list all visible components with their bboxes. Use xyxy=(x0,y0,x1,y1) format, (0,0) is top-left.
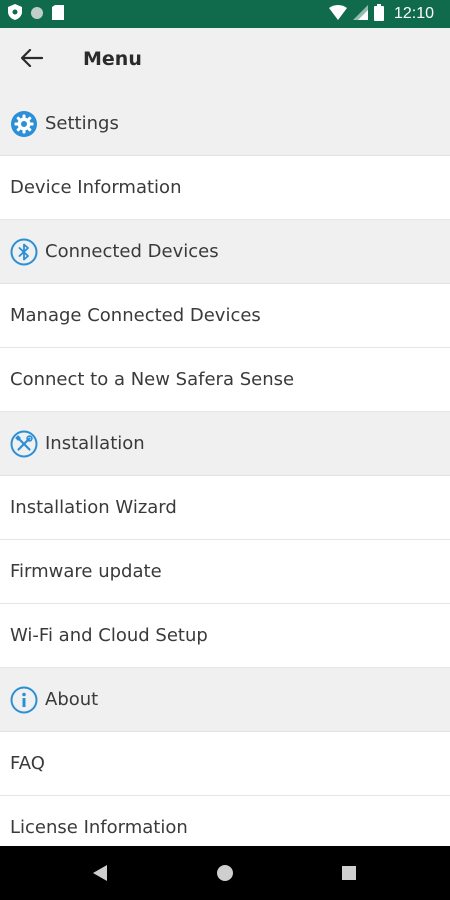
shield-icon xyxy=(8,4,22,24)
menu-item-manage-connected-devices[interactable]: Manage Connected Devices xyxy=(0,284,450,348)
app-header: Menu xyxy=(0,28,450,92)
menu-item-faq[interactable]: FAQ xyxy=(0,732,450,796)
section-label: About xyxy=(45,689,99,710)
section-header-settings: Settings xyxy=(0,92,450,156)
back-button[interactable] xyxy=(12,40,52,80)
bluetooth-icon xyxy=(10,238,38,266)
page-title: Menu xyxy=(83,48,142,70)
tools-icon xyxy=(10,430,38,458)
status-bar: 12:10 xyxy=(0,0,450,28)
sim-card-icon xyxy=(52,4,64,24)
menu-item-license-information[interactable]: License Information xyxy=(0,796,450,846)
section-label: Installation xyxy=(45,433,145,454)
section-label: Connected Devices xyxy=(45,241,219,262)
battery-icon xyxy=(373,3,384,25)
menu-item-device-information[interactable]: Device Information xyxy=(0,156,450,220)
arrow-left-icon xyxy=(20,48,44,71)
info-icon xyxy=(10,686,38,714)
back-triangle-icon[interactable] xyxy=(88,861,112,885)
home-circle-icon[interactable] xyxy=(213,861,237,885)
menu-item-connect-new-safera-sense[interactable]: Connect to a New Safera Sense xyxy=(0,348,450,412)
signal-icon xyxy=(352,4,368,24)
menu-item-installation-wizard[interactable]: Installation Wizard xyxy=(0,476,450,540)
status-time: 12:10 xyxy=(393,5,434,22)
section-header-installation: Installation xyxy=(0,412,450,476)
system-nav-bar xyxy=(0,846,450,900)
menu-list: Settings Device Information Connected De… xyxy=(0,92,450,846)
circle-icon xyxy=(30,5,44,24)
menu-item-wifi-cloud-setup[interactable]: Wi-Fi and Cloud Setup xyxy=(0,604,450,668)
wifi-icon xyxy=(328,4,347,24)
menu-item-firmware-update[interactable]: Firmware update xyxy=(0,540,450,604)
recents-square-icon[interactable] xyxy=(337,861,361,885)
section-header-connected-devices: Connected Devices xyxy=(0,220,450,284)
section-label: Settings xyxy=(45,113,119,134)
section-header-about: About xyxy=(0,668,450,732)
gear-icon xyxy=(10,110,38,138)
